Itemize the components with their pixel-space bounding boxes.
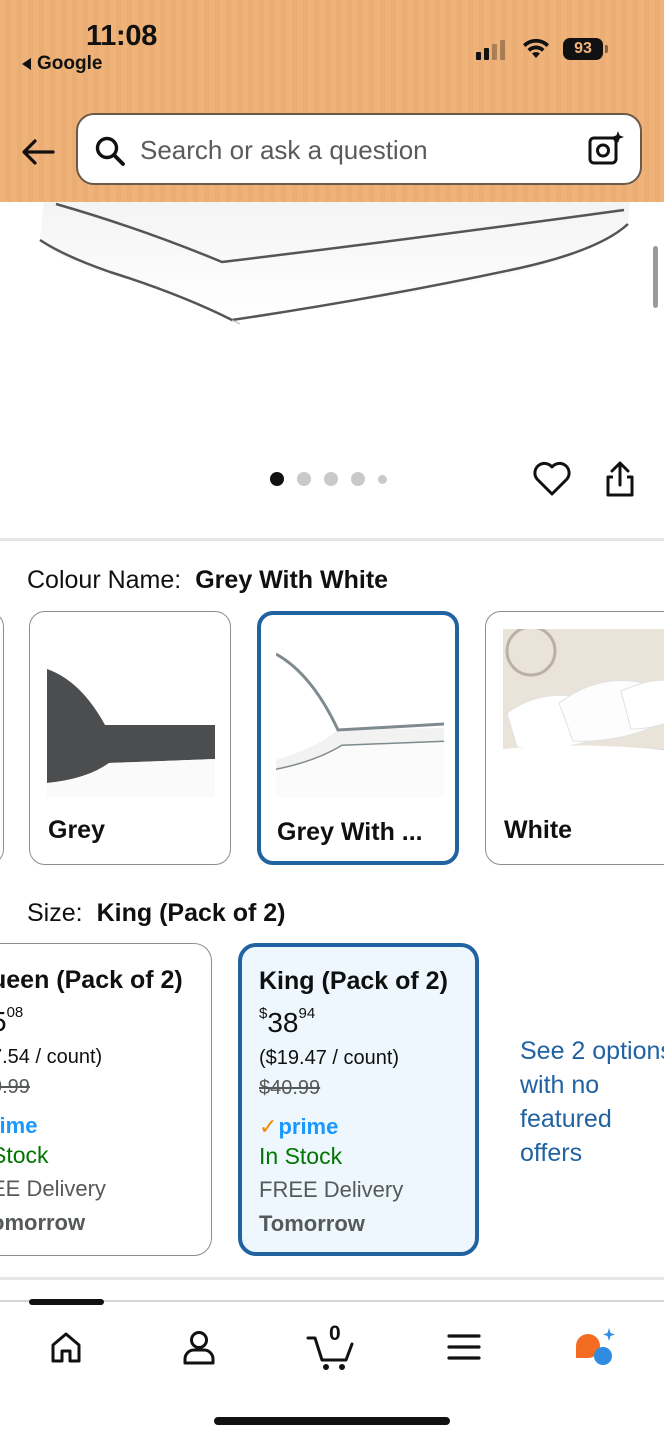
prime-check-icon: ✓	[259, 1114, 278, 1139]
nav-active-indicator	[29, 1299, 104, 1305]
search-bar[interactable]	[76, 113, 642, 185]
back-to-app-link[interactable]: Google	[22, 53, 102, 75]
see-more-options-link[interactable]: See 2 options with no featured offers	[520, 1034, 664, 1170]
size-row: Size: King (Pack of 2)	[27, 899, 286, 928]
camera-lens-icon[interactable]	[586, 129, 626, 174]
pagination-dot[interactable]	[324, 472, 338, 486]
wifi-icon	[521, 36, 551, 65]
prime-badge: ✓ prime	[259, 1114, 339, 1139]
back-triangle-icon	[22, 58, 31, 70]
search-input[interactable]	[140, 131, 570, 169]
size-option-delivery-day: omorrow	[0, 1210, 86, 1235]
swatch-image-grey	[47, 629, 215, 797]
size-option-stock: In Stock	[259, 1143, 343, 1169]
size-selected-value: King (Pack of 2)	[96, 899, 286, 927]
section-divider	[0, 538, 664, 541]
size-option-title: ueen (Pack of 2)	[0, 966, 183, 994]
battery-level: 93	[563, 38, 603, 60]
colour-name-row: Colour Name: Grey With White	[27, 566, 388, 595]
back-arrow-icon[interactable]	[18, 132, 58, 172]
prime-badge: rime	[0, 1113, 38, 1138]
swatch-name-grey: Grey	[48, 816, 105, 844]
size-option-title: King (Pack of 2)	[259, 967, 448, 995]
cellular-signal-icon	[476, 40, 505, 60]
pagination-dot[interactable]	[297, 472, 311, 486]
pagination-dot[interactable]	[270, 472, 284, 486]
size-option-delivery: EE Delivery	[0, 1176, 106, 1201]
app-header: 11:08 Google 93	[0, 0, 664, 202]
colour-swatch-partial[interactable]	[0, 611, 4, 865]
colour-swatch-grey[interactable]: Grey	[29, 611, 231, 865]
size-option-was-price: $40.99	[259, 1077, 321, 1099]
scroll-indicator[interactable]	[653, 246, 658, 308]
cart-count: 0	[329, 1322, 341, 1345]
swatch-image-white	[503, 629, 664, 797]
size-option-king[interactable]: King (Pack of 2) $3894 ($19.47 / count) …	[238, 943, 479, 1256]
size-option-delivery: FREE Delivery	[259, 1177, 404, 1202]
home-indicator[interactable]	[214, 1417, 450, 1425]
swatch-image-grey-with-white	[276, 630, 444, 798]
status-time: 11:08	[86, 20, 158, 52]
swatch-name-white: White	[504, 816, 573, 844]
menu-icon[interactable]	[434, 1322, 494, 1372]
size-label: Size:	[27, 899, 83, 927]
colour-swatch-white[interactable]: White	[485, 611, 664, 865]
pagination-dot[interactable]	[351, 472, 365, 486]
pagination-dot[interactable]	[378, 474, 387, 484]
cart-icon[interactable]: 0	[302, 1322, 362, 1372]
share-icon[interactable]	[602, 460, 638, 505]
back-app-label: Google	[37, 53, 103, 74]
size-option-was-price: 9.99	[0, 1076, 30, 1098]
size-option-delivery-day: Tomorrow	[259, 1211, 365, 1236]
section-divider	[0, 1277, 664, 1280]
size-option-price: 508	[0, 1004, 24, 1037]
image-pagination-dots[interactable]	[270, 472, 387, 486]
rufus-assistant-icon[interactable]	[566, 1322, 626, 1372]
swatch-name-grey-with-white: Grey With ...	[277, 818, 423, 846]
colour-swatch-grey-with-white[interactable]: Grey With ...	[257, 611, 459, 865]
heart-icon[interactable]	[532, 460, 572, 503]
battery-tip	[605, 45, 608, 53]
colour-label: Colour Name:	[27, 566, 182, 594]
size-option-unit-price: 7.54 / count)	[0, 1046, 103, 1068]
size-option-price: $3894	[259, 1005, 316, 1038]
search-icon	[94, 135, 126, 172]
home-icon[interactable]	[36, 1322, 96, 1372]
colour-selected-value: Grey With White	[195, 566, 389, 594]
account-icon[interactable]	[169, 1322, 229, 1372]
size-option-stock: Stock	[0, 1142, 49, 1168]
size-option-queen[interactable]: ueen (Pack of 2) 508 7.54 / count) 9.99 …	[0, 943, 212, 1256]
size-option-unit-price: ($19.47 / count)	[259, 1047, 400, 1069]
